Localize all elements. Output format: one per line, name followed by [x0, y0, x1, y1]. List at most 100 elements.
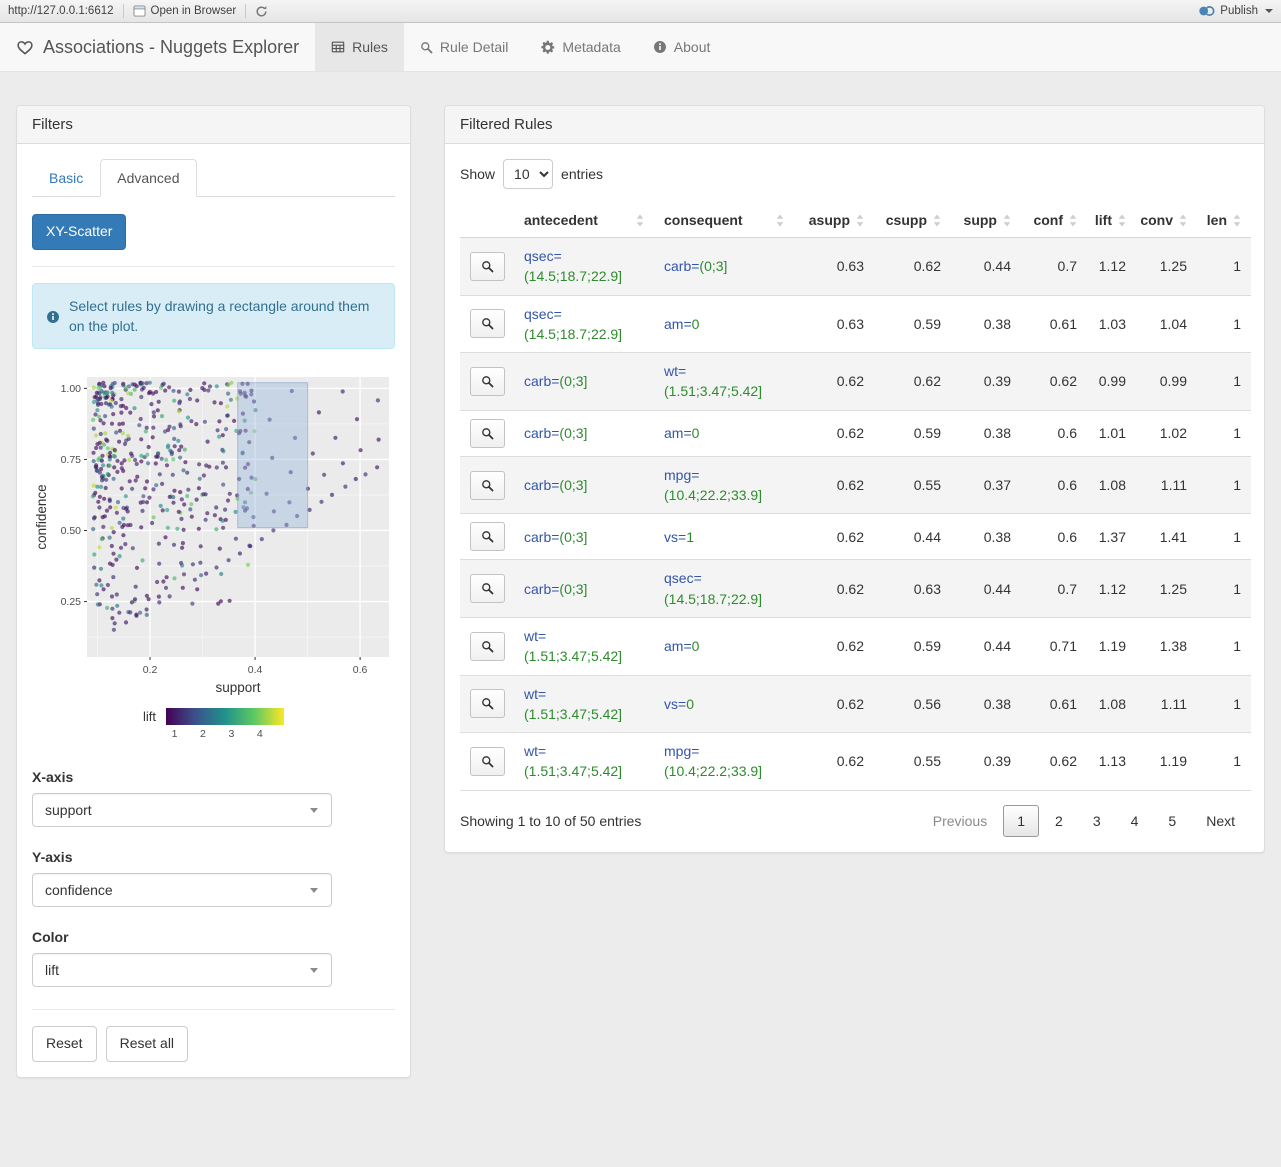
rule-detail-button[interactable] [470, 631, 505, 661]
attribute-name: am= [664, 638, 692, 655]
tab-about[interactable]: About [637, 23, 727, 71]
next-page-button[interactable]: Next [1192, 805, 1249, 837]
viewer-toolbar: http://127.0.0.1:6612 Open in Browser Pu… [0, 0, 1281, 23]
column-header-lift[interactable]: lift [1087, 203, 1136, 238]
rule-detail-button[interactable] [470, 689, 505, 719]
rule-detail-button[interactable] [470, 418, 505, 448]
sort-icon [1233, 214, 1241, 227]
lift-value: 1.13 [1087, 732, 1136, 791]
antecedent-cell: carb=(0;3] [514, 559, 654, 618]
supp-value: 0.37 [951, 455, 1021, 514]
refresh-button[interactable] [255, 5, 268, 18]
attribute-name: carb= [664, 258, 700, 275]
tab-rules[interactable]: Rules [315, 23, 404, 71]
filters-tab-advanced[interactable]: Advanced [100, 159, 197, 197]
tab-metadata[interactable]: Metadata [524, 23, 636, 71]
sort-icon [1179, 214, 1187, 227]
page-button-5[interactable]: 5 [1154, 805, 1190, 837]
x-axis-select[interactable]: support [32, 793, 332, 828]
attribute-value: (10.4;22.2;33.9] [664, 487, 763, 504]
attribute-value: 1 [686, 528, 694, 545]
sort-icon [1003, 214, 1011, 227]
len-value: 1 [1197, 455, 1251, 514]
lift-value: 1.19 [1087, 616, 1136, 676]
column-header-asupp[interactable]: asupp [794, 203, 874, 238]
len-value: 1 [1197, 409, 1251, 457]
rule-detail-button[interactable] [470, 470, 505, 500]
len-value: 1 [1233, 258, 1241, 275]
rule-detail-button[interactable] [470, 309, 505, 339]
scatter-plot[interactable]: 0.2 0.4 0.6 0.25 0.50 0.75 1.00 support confiden… [32, 369, 397, 701]
consequent-cell: am=0 [654, 409, 794, 457]
app-brand[interactable]: Associations - Nuggets Explorer [0, 23, 315, 71]
column-header-conf[interactable]: conf [1021, 203, 1087, 238]
column-header-conv[interactable]: conv [1136, 203, 1197, 238]
asupp-value: 0.63 [836, 258, 864, 275]
reset-button[interactable]: Reset [32, 1026, 97, 1063]
page-length-select[interactable]: 10 [503, 159, 554, 189]
attribute-value: (1.51;3.47;5.42] [524, 763, 623, 780]
conf-value: 0.62 [1021, 732, 1087, 791]
rule-detail-button[interactable] [470, 251, 505, 281]
xy-scatter-button[interactable]: XY-Scatter [32, 214, 127, 250]
y-axis-select[interactable]: confidence [32, 873, 332, 908]
filters-panel-heading: Filters [17, 106, 410, 144]
csupp-value: 0.55 [874, 455, 951, 514]
csupp-value: 0.59 [874, 409, 951, 457]
filters-tab-basic[interactable]: Basic [32, 159, 100, 197]
column-header-detail [460, 203, 514, 238]
open-in-browser-button[interactable]: Open in Browser [133, 5, 236, 17]
rule-detail-button[interactable] [470, 366, 505, 396]
rules-panel-heading: Filtered Rules [445, 106, 1264, 144]
attribute-value: (0;3] [559, 373, 588, 390]
attribute-name: am= [664, 315, 692, 332]
x-axis-label: X-axis [32, 769, 74, 786]
csupp-value: 0.62 [913, 258, 941, 275]
search-icon [481, 530, 494, 543]
rule-detail-button[interactable] [470, 574, 505, 604]
attribute-value: 0 [691, 425, 700, 442]
column-label: csupp [885, 212, 927, 228]
sort-icon [856, 214, 864, 227]
table-row: wt=(1.51;3.47;5.42] am=0 0.62 0.59 0.44 0.71 1… [460, 616, 1251, 676]
detail-cell [460, 409, 514, 457]
publish-button[interactable]: Publish [1198, 5, 1273, 17]
conv-value: 1.11 [1136, 455, 1197, 514]
rule-detail-button[interactable] [470, 746, 505, 776]
main-content: Filters Basic Advanced XY-Scatter Select … [0, 72, 1281, 1094]
previous-page-button[interactable]: Previous [919, 805, 1001, 837]
attribute-value: (1.51;3.47;5.42] [524, 648, 623, 665]
column-label: consequent [664, 212, 743, 228]
column-header-len[interactable]: len [1197, 203, 1251, 238]
attribute-name: wt= [664, 363, 687, 380]
gear-icon [540, 40, 555, 55]
color-select[interactable]: lift [32, 953, 332, 988]
asupp-value: 0.62 [794, 409, 874, 457]
column-header-consequent[interactable]: consequent [654, 203, 794, 238]
reset-all-button[interactable]: Reset all [105, 1026, 189, 1063]
navbar: Associations - Nuggets Explorer Rules Rul… [0, 23, 1281, 72]
table-icon [331, 40, 345, 54]
attribute-value: (1.51;3.47;5.42] [664, 383, 763, 400]
column-header-antecedent[interactable]: antecedent [514, 203, 654, 238]
column-header-supp[interactable]: supp [951, 203, 1021, 238]
attribute-value: (0;3] [699, 258, 728, 275]
filters-panel: Filters Basic Advanced XY-Scatter Select … [16, 105, 411, 1079]
app-title: Associations - Nuggets Explorer [43, 36, 300, 57]
filters-panel-body: Basic Advanced XY-Scatter Select rules by… [17, 144, 410, 1077]
divider [32, 265, 395, 267]
rule-detail-button[interactable] [470, 522, 505, 552]
column-header-csupp[interactable]: csupp [874, 203, 951, 238]
svg-text:0.2: 0.2 [143, 664, 158, 676]
heart-icon [16, 39, 34, 56]
filtered-rules-panel: Filtered Rules Show 10 entries anteceden… [444, 105, 1265, 853]
csupp-value: 0.62 [874, 352, 951, 411]
page-button-3[interactable]: 3 [1079, 805, 1115, 837]
attribute-value: (0;3] [559, 425, 588, 442]
page-button-2[interactable]: 2 [1041, 805, 1077, 837]
table-row: wt=(1.51;3.47;5.42] vs=0 0.62 0.56 0.38 0.61 1… [460, 674, 1251, 733]
tab-rule-detail[interactable]: Rule Detail [404, 23, 524, 71]
page-button-1[interactable]: 1 [1003, 804, 1040, 837]
caret-down-icon [1265, 9, 1273, 13]
page-button-4[interactable]: 4 [1117, 805, 1153, 837]
